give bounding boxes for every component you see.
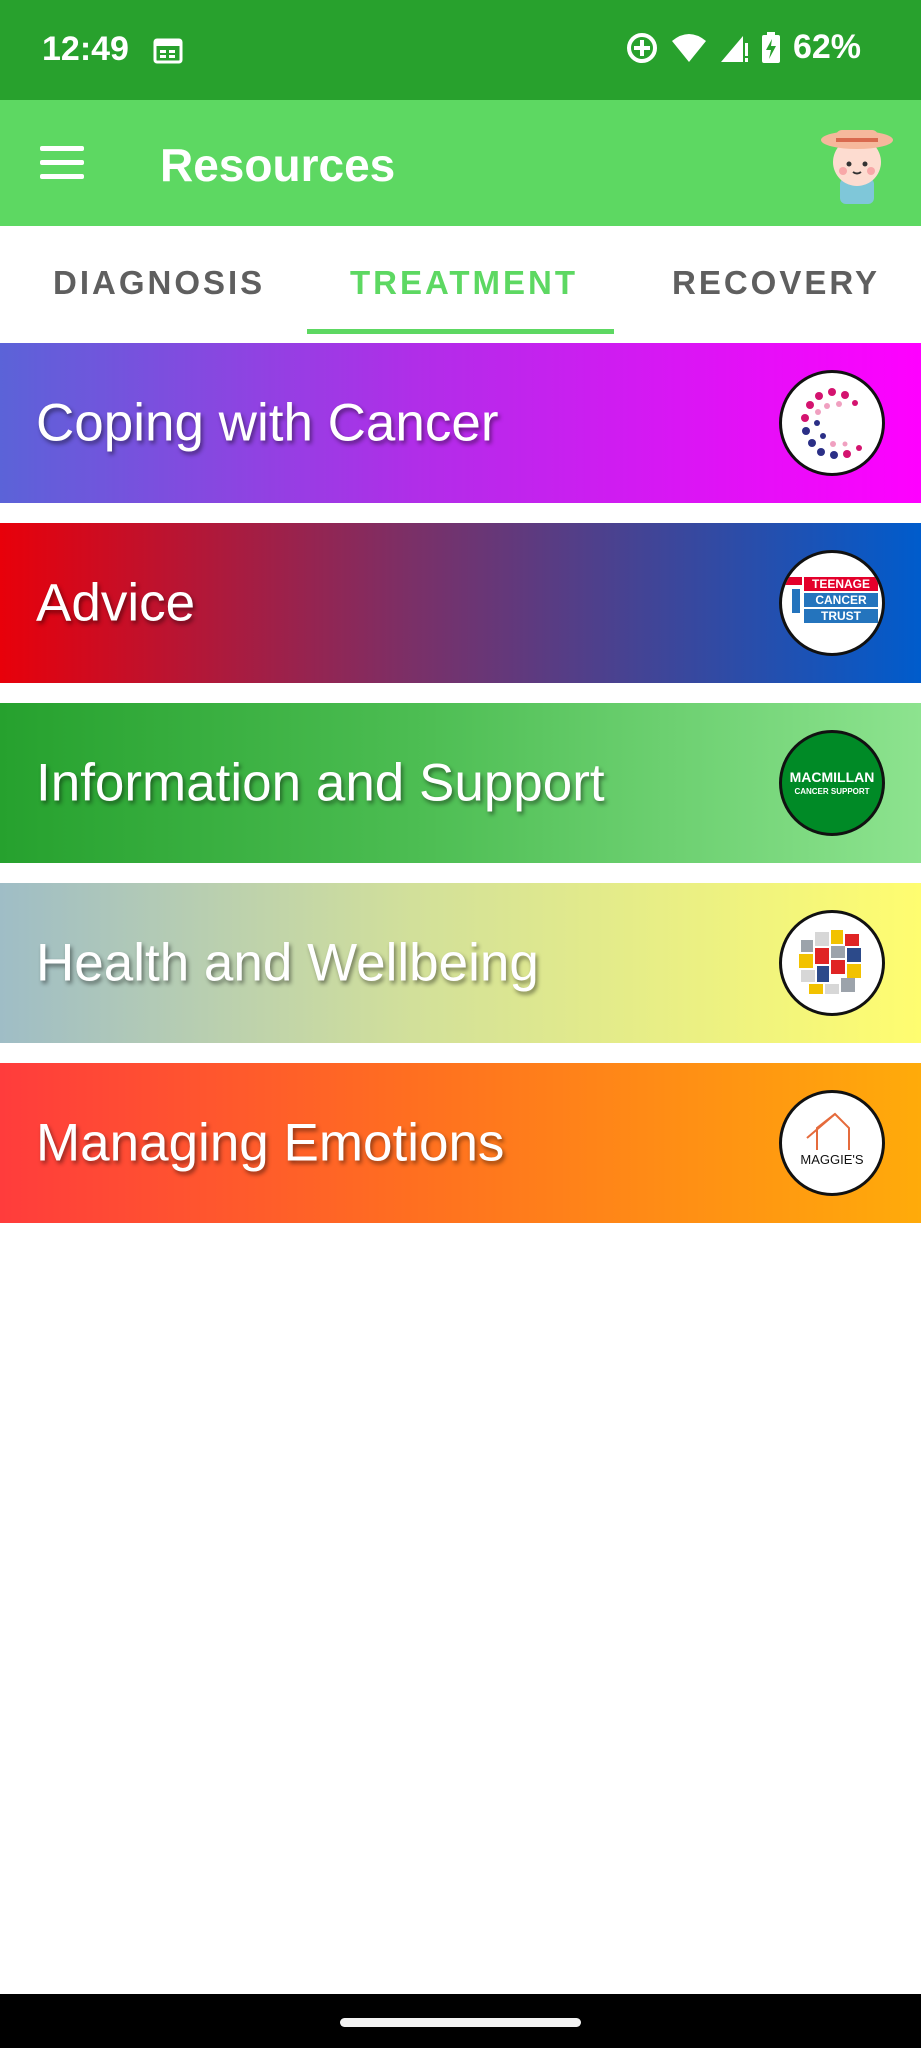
- mosaic-logo: [779, 910, 885, 1016]
- battery-percent: 62%: [792, 28, 861, 66]
- tab-diagnosis[interactable]: DIAGNOSIS: [53, 264, 265, 302]
- resource-card-label: Information and Support: [36, 753, 605, 813]
- teenage-cancer-trust-logo: TEENAGE CANCER TRUST: [779, 550, 885, 656]
- resource-card-coping[interactable]: Coping with Cancer: [0, 343, 921, 503]
- hamburger-menu-icon[interactable]: [40, 146, 84, 180]
- logo-text-macmillan: MACMILLAN: [790, 769, 875, 785]
- data-saver-icon: [626, 32, 657, 63]
- battery-charging-icon: [761, 31, 780, 63]
- cell-signal-icon: [720, 35, 748, 62]
- tab-treatment[interactable]: TREATMENT: [350, 264, 578, 302]
- resource-card-emotions[interactable]: Managing Emotions MAGGIE'S: [0, 1063, 921, 1223]
- home-gesture-handle[interactable]: [340, 2018, 581, 2027]
- calendar-icon: [153, 38, 183, 64]
- resource-card-label: Managing Emotions: [36, 1113, 505, 1173]
- maggies-logo: MAGGIE'S: [779, 1090, 885, 1196]
- status-icons: 62%: [625, 28, 861, 67]
- tab-recovery[interactable]: RECOVERY: [672, 264, 880, 302]
- resource-card-advice[interactable]: Advice TEENAGE CANCER TRUST: [0, 523, 921, 683]
- status-bar: 12:49 62%: [0, 0, 921, 100]
- resource-card-information[interactable]: Information and Support MACMILLAN CANCER…: [0, 703, 921, 863]
- gardener-avatar-icon[interactable]: [820, 122, 894, 204]
- logo-text-trust: TRUST: [821, 609, 862, 623]
- macmillan-logo: MACMILLAN CANCER SUPPORT: [779, 730, 885, 836]
- resource-card-label: Advice: [36, 573, 196, 633]
- resource-card-label: Health and Wellbeing: [36, 933, 539, 993]
- app-bar: [0, 100, 921, 226]
- status-time: 12:49: [42, 30, 129, 68]
- active-tab-indicator: [307, 329, 614, 334]
- logo-text-cancer-support: CANCER SUPPORT: [794, 787, 869, 796]
- resource-card-health[interactable]: Health and Wellbeing: [0, 883, 921, 1043]
- c-dots-logo: [779, 370, 885, 476]
- resource-card-label: Coping with Cancer: [36, 393, 499, 453]
- logo-text-teenage: TEENAGE: [812, 577, 870, 591]
- page-title: Resources: [160, 139, 396, 191]
- logo-text-maggies: MAGGIE'S: [800, 1152, 863, 1167]
- logo-text-cancer: CANCER: [815, 593, 867, 607]
- wifi-icon: [671, 33, 706, 62]
